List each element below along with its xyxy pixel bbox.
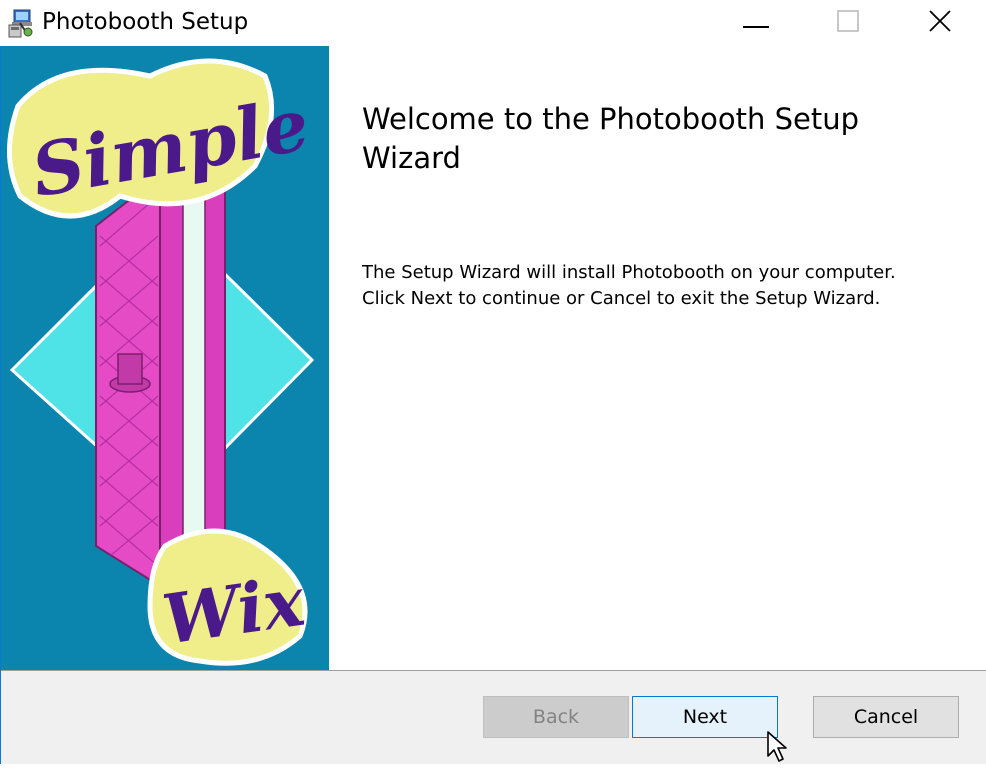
close-button[interactable] [894,0,986,46]
maximize-button[interactable] [802,0,894,46]
cancel-button[interactable]: Cancel [813,696,959,738]
installer-icon[interactable] [6,8,36,38]
wizard-banner: Simple Wix [0,46,329,670]
window-title: Photobooth Setup [42,9,249,35]
next-button[interactable]: Next [632,696,778,738]
maximize-icon [837,10,859,36]
close-icon [929,10,951,36]
page-title: Welcome to the Photobooth Setup Wizard [362,102,860,175]
simple-wix-logo: Simple Wix [7,58,315,666]
setup-wizard-window: Photobooth Setup Simple Wix Welcome to t… [0,0,986,764]
minimize-button[interactable] [710,0,802,46]
window-left-border [0,46,1,764]
welcome-description: The Setup Wizard will install Photobooth… [362,260,962,312]
title-bar[interactable]: Photobooth Setup [0,0,986,46]
minimize-icon [743,14,769,33]
description-line-2: Click Next to continue or Cancel to exit… [362,288,881,309]
description-line-1: The Setup Wizard will install Photobooth… [362,262,896,283]
back-button[interactable]: Back [483,696,629,738]
